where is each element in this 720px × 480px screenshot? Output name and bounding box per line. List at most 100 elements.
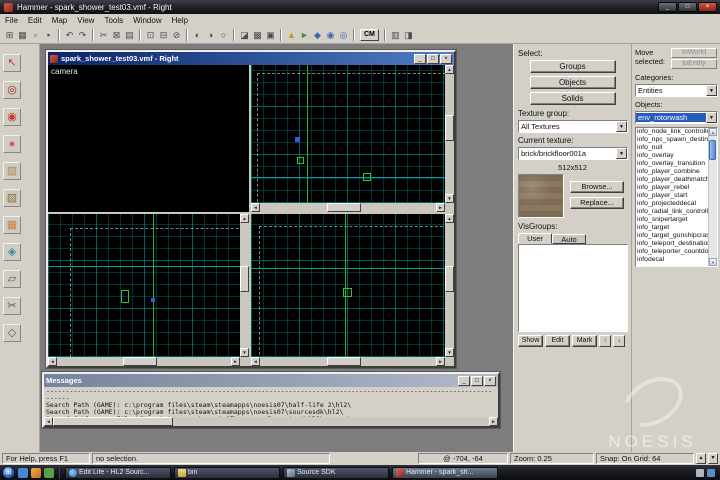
tab-auto[interactable]: Auto	[552, 234, 586, 244]
viewport-3d-camera[interactable]: camera	[48, 65, 249, 212]
to-world-button[interactable]: toWorld	[671, 48, 717, 58]
entity-list-item[interactable]: info_player_combine	[636, 168, 708, 176]
entity-list-item[interactable]: info_node_link_controller	[636, 128, 708, 136]
messages-maximize-button[interactable]: □	[471, 375, 483, 386]
entity-list-item[interactable]: info_target	[636, 224, 708, 232]
scrollbar-track[interactable]	[260, 203, 436, 212]
menu-tools[interactable]: Tools	[99, 14, 128, 27]
visgroups-mark-button[interactable]: Mark	[572, 335, 597, 347]
ungroup-icon[interactable]: ⊟	[157, 29, 170, 42]
scroll-down-icon[interactable]: ▼	[445, 348, 454, 357]
scrollbar-thumb[interactable]	[445, 114, 454, 141]
entity-list-item[interactable]: info_player_rebel	[636, 184, 708, 192]
entity-list-item[interactable]: info_player_deathmatch	[636, 176, 708, 184]
entity-list-item[interactable]: info_radial_link_controller	[636, 208, 708, 216]
menu-view[interactable]: View	[72, 14, 99, 27]
entity-list-item[interactable]: info_teleporter_countdown	[636, 248, 708, 256]
scrollbar-thumb[interactable]	[709, 140, 716, 160]
entity-list-scrollbar[interactable]: ▲ ▼	[708, 128, 717, 266]
viewport-vertical-scrollbar[interactable]: ▲ ▼	[240, 214, 249, 357]
categories-dropdown[interactable]: Entities ▼	[635, 84, 718, 97]
copy-icon[interactable]: ⊠	[110, 29, 123, 42]
toggle-grid-icon[interactable]: ⊞	[3, 29, 16, 42]
scrollbar-thumb[interactable]	[53, 417, 173, 426]
viewport-horizontal-scrollbar[interactable]: ◄ ►	[48, 357, 240, 366]
objects-dropdown[interactable]: env_rotorwash ▼	[635, 111, 718, 124]
show-all-icon[interactable]: ○	[217, 29, 230, 42]
scrollbar-thumb[interactable]	[445, 265, 454, 292]
menu-file[interactable]: File	[0, 14, 23, 27]
visgroups-show-button[interactable]: Show	[518, 335, 543, 347]
select-solids-button[interactable]: Solids	[529, 92, 616, 105]
to-entity-button[interactable]: toEntity	[671, 59, 717, 69]
scroll-right-icon[interactable]: ►	[436, 203, 445, 212]
entity-marker[interactable]	[151, 298, 155, 302]
visgroup-move-up-icon[interactable]: ↑	[599, 335, 611, 347]
viewport-2d-side[interactable]	[251, 214, 445, 357]
entity-list-item[interactable]: info_projecteddecal	[636, 200, 708, 208]
entity-marker[interactable]	[297, 157, 304, 164]
scroll-up-icon[interactable]: ▲	[709, 128, 717, 136]
quick-launch-icon[interactable]	[18, 467, 28, 478]
scrollbar-track[interactable]	[709, 136, 717, 258]
visgroups-edit-button[interactable]: Edit	[545, 335, 570, 347]
scrollbar-track[interactable]	[57, 357, 231, 366]
scroll-up-icon[interactable]: ▲	[445, 65, 454, 74]
taskbar-button-source-sdk[interactable]: Source SDK	[283, 466, 389, 479]
smaller-grid-icon[interactable]: ▫	[29, 29, 42, 42]
scrollbar-thumb[interactable]	[123, 357, 158, 366]
messages-horizontal-scrollbar[interactable]: ◄ ►	[44, 417, 498, 426]
scroll-left-icon[interactable]: ◄	[251, 203, 260, 212]
dropdown-arrow-icon[interactable]: ▼	[616, 148, 627, 159]
start-button[interactable]: ⊞	[2, 466, 15, 479]
viewport-vertical-scrollbar[interactable]: ▲ ▼	[445, 214, 454, 357]
make-hollow-icon[interactable]: ▩	[251, 29, 264, 42]
cordon-mode-button[interactable]: CM	[360, 29, 379, 41]
tray-icon[interactable]	[696, 468, 704, 477]
dropdown-arrow-icon[interactable]: ▼	[706, 112, 717, 123]
entity-list-item[interactable]: info_overlay_transition	[636, 160, 708, 168]
entity-list-item[interactable]: info_player_start	[636, 192, 708, 200]
grid-spin-down-icon[interactable]: ▼	[708, 453, 718, 464]
scrollbar-track[interactable]	[445, 223, 454, 348]
maximize-button[interactable]: □	[678, 2, 697, 12]
entity-list-item[interactable]: info_target_gunshipcrash	[636, 232, 708, 240]
scroll-down-icon[interactable]: ▼	[240, 348, 249, 357]
apply-current-texture-button[interactable]: ▦	[3, 216, 21, 234]
messages-minimize-button[interactable]: _	[458, 375, 470, 386]
entity-marker[interactable]	[363, 173, 371, 181]
toggle-nodraw-icon[interactable]: ▲	[285, 29, 298, 42]
messages-close-button[interactable]: ×	[484, 375, 496, 386]
messages-log[interactable]: ----------------------------------------…	[44, 387, 498, 417]
dropdown-arrow-icon[interactable]: ▼	[616, 121, 627, 132]
scroll-down-icon[interactable]: ▼	[709, 258, 717, 266]
selection-tool-button[interactable]: ↖	[3, 54, 21, 72]
messages-titlebar[interactable]: Messages _ □ ×	[44, 374, 498, 387]
toggle-helpers-icon[interactable]: ◆	[311, 29, 324, 42]
scroll-down-icon[interactable]: ▼	[445, 194, 454, 203]
entity-marker[interactable]	[121, 290, 129, 303]
viewport-horizontal-scrollbar[interactable]: ◄ ►	[251, 203, 445, 212]
menu-window[interactable]: Window	[128, 14, 166, 27]
scroll-left-icon[interactable]: ◄	[251, 357, 260, 366]
tab-user[interactable]: User	[518, 233, 552, 244]
scrollbar-track[interactable]	[53, 417, 489, 426]
entity-marker[interactable]	[295, 137, 300, 142]
grid-spin-up-icon[interactable]: ▲	[696, 453, 706, 464]
redo-icon[interactable]: ↷	[76, 29, 89, 42]
map-minimize-button[interactable]: _	[414, 53, 426, 64]
apply-decals-button[interactable]: ◈	[3, 243, 21, 261]
scroll-left-icon[interactable]: ◄	[44, 417, 53, 426]
current-texture-dropdown[interactable]: brick/brickfloor001a ▼	[518, 147, 628, 160]
map-close-button[interactable]: ×	[440, 53, 452, 64]
paste-icon[interactable]: ▤	[123, 29, 136, 42]
texture-application-tool-button[interactable]: ▨	[3, 189, 21, 207]
entity-list-item[interactable]: info_null	[636, 144, 708, 152]
viewport-2d-top[interactable]	[251, 65, 445, 203]
texture-lock-icon[interactable]: ▣	[264, 29, 277, 42]
entity-list-item[interactable]: info_snipertarget	[636, 216, 708, 224]
tray-icon[interactable]	[707, 468, 715, 477]
scrollbar-track[interactable]	[260, 357, 436, 366]
taskbar-button-bin-folder[interactable]: bin	[174, 466, 280, 479]
select-groups-button[interactable]: Groups	[529, 60, 616, 73]
